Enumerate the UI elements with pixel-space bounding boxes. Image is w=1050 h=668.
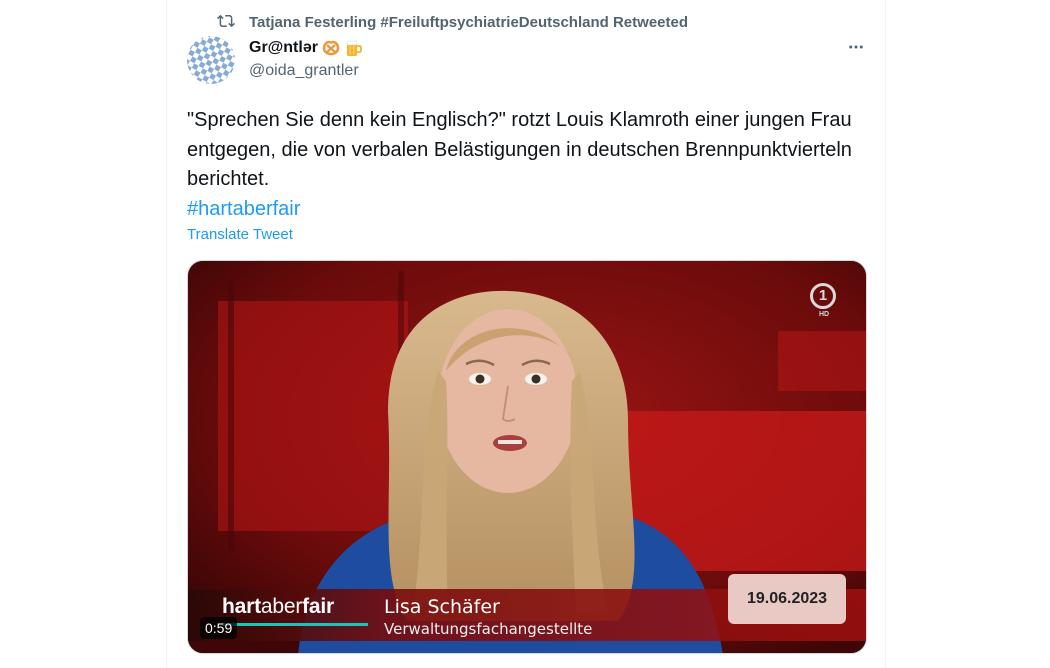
retweet-context[interactable]: Tatjana Festerling #FreiluftpsychiatrieD… — [217, 12, 688, 32]
author-block[interactable]: Gr@ntlər @oida_grantler — [249, 37, 364, 80]
broadcaster-hd-label: HD — [818, 311, 830, 318]
guest-title: Verwaltungsfachangestellte — [384, 620, 593, 638]
more-options-button[interactable] — [843, 36, 869, 58]
hashtag-link[interactable]: #hartaberfair — [187, 195, 867, 225]
display-name-text: Gr@ntlər — [249, 39, 318, 56]
show-logo-underline — [222, 623, 368, 626]
retweet-icon — [217, 12, 237, 32]
broadcaster-logo: 1 HD — [810, 283, 838, 327]
user-handle[interactable]: @oida_grantler — [249, 62, 364, 80]
tweet-text: "Sprechen Sie denn kein Englisch?" rotzt… — [187, 106, 867, 224]
show-logo-part3: fair — [302, 595, 334, 618]
ellipsis-icon — [849, 45, 863, 49]
display-name[interactable]: Gr@ntlər — [249, 37, 364, 59]
tweet-body: "Sprechen Sie denn kein Englisch?" rotzt… — [187, 109, 852, 190]
broadcaster-logo-number: 1 — [810, 283, 836, 309]
show-logo: hartaberfair — [222, 595, 334, 619]
translate-tweet-link[interactable]: Translate Tweet — [187, 226, 293, 243]
show-logo-part2: aber — [260, 595, 303, 618]
tweet-card[interactable]: Tatjana Festerling #FreiluftpsychiatrieD… — [166, 0, 886, 668]
pretzel-emoji — [321, 38, 341, 58]
video-duration: 0:59 — [200, 617, 238, 639]
broadcast-date: 19.06.2023 — [728, 574, 846, 624]
show-logo-part1: hart — [222, 595, 261, 618]
video-player[interactable]: 1 HD hartaberfair Lisa Schäfer Verwaltun… — [187, 260, 867, 654]
avatar[interactable] — [187, 36, 235, 84]
retweet-text: Tatjana Festerling #FreiluftpsychiatrieD… — [249, 13, 688, 31]
beer-mug-emoji — [344, 38, 364, 58]
guest-name: Lisa Schäfer — [384, 596, 500, 618]
